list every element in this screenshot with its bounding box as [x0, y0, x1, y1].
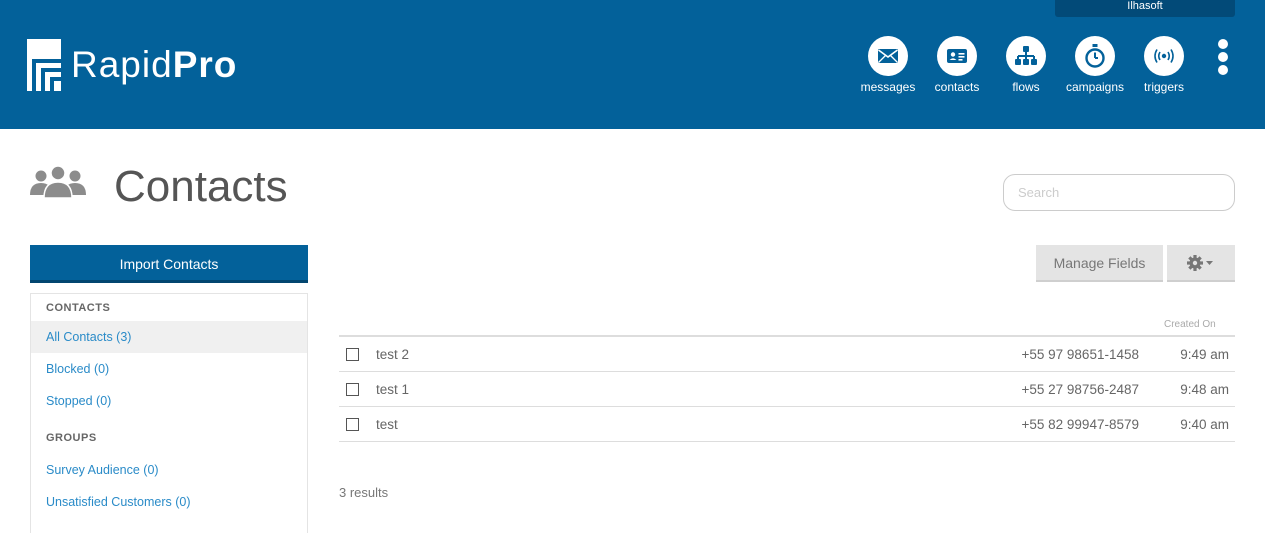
gear-dropdown-icon [1187, 254, 1213, 271]
nav-messages[interactable]: messages [853, 36, 923, 94]
contact-name[interactable]: test [376, 417, 398, 432]
stopwatch-icon [1075, 36, 1115, 76]
rapidpro-logo[interactable]: RapidPro [27, 34, 237, 96]
contact-created: 9:48 am [1180, 382, 1229, 397]
sidebar-item-survey-audience[interactable]: Survey Audience (0) [31, 454, 307, 486]
broadcast-icon [1144, 36, 1184, 76]
org-name-tab[interactable]: Ilhasoft [1055, 0, 1235, 17]
contact-name[interactable]: test 1 [376, 382, 409, 397]
sidebar-item-blocked[interactable]: Blocked (0) [31, 353, 307, 385]
results-count: 3 results [339, 485, 389, 500]
logo-text: RapidPro [71, 39, 237, 91]
gear-dropdown-button[interactable] [1167, 245, 1235, 282]
page-title: Contacts [114, 162, 288, 211]
table-row[interactable]: test 2 +55 97 98651-1458 9:49 am [339, 337, 1235, 372]
manage-fields-button[interactable]: Manage Fields [1036, 245, 1163, 282]
nav-label: flows [1012, 80, 1040, 94]
row-checkbox[interactable] [346, 348, 359, 361]
nav-label: messages [860, 80, 916, 94]
sidebar: CONTACTS All Contacts (3) Blocked (0) St… [30, 293, 308, 533]
contact-name[interactable]: test 2 [376, 347, 409, 362]
sidebar-item-stopped[interactable]: Stopped (0) [31, 385, 307, 417]
row-checkbox[interactable] [346, 383, 359, 396]
nav-campaigns[interactable]: campaigns [1060, 36, 1130, 94]
logo-mark-icon [27, 39, 61, 91]
logo-text-bold: Pro [172, 44, 238, 85]
nav-label: triggers [1143, 80, 1184, 94]
contact-created: 9:49 am [1180, 347, 1229, 362]
sidebar-header-contacts: CONTACTS [46, 302, 111, 314]
search-input[interactable] [1003, 174, 1235, 211]
table-row[interactable]: test +55 82 99947-8579 9:40 am [339, 407, 1235, 442]
sidebar-item-all-contacts[interactable]: All Contacts (3) [31, 321, 307, 353]
import-contacts-button[interactable]: Import Contacts [30, 245, 308, 283]
flow-tree-icon [1006, 36, 1046, 76]
sidebar-header-groups: GROUPS [46, 432, 97, 444]
logo-text-light: Rapid [71, 44, 173, 85]
nav-contacts[interactable]: contacts [922, 36, 992, 94]
table-row[interactable]: test 1 +55 27 98756-2487 9:48 am [339, 372, 1235, 407]
contact-phone: +55 82 99947-8579 [1021, 417, 1140, 432]
contact-card-icon [937, 36, 977, 76]
nav-flows[interactable]: flows [991, 36, 1061, 94]
app-header: Ilhasoft RapidPro messages contacts flow… [0, 0, 1265, 129]
contact-phone: +55 27 98756-2487 [1021, 382, 1140, 397]
contact-phone: +55 97 98651-1458 [1021, 347, 1140, 362]
nav-label: campaigns [1065, 80, 1125, 94]
created-on-header[interactable]: Created On [1164, 319, 1216, 330]
nav-triggers[interactable]: triggers [1129, 36, 1199, 94]
row-checkbox[interactable] [346, 418, 359, 431]
contact-created: 9:40 am [1180, 417, 1229, 432]
contacts-group-icon [30, 165, 86, 199]
more-vertical-icon[interactable] [1215, 39, 1231, 75]
envelope-icon [868, 36, 908, 76]
nav-label: contacts [934, 80, 980, 94]
sidebar-item-unsatisfied-customers[interactable]: Unsatisfied Customers (0) [31, 486, 307, 518]
